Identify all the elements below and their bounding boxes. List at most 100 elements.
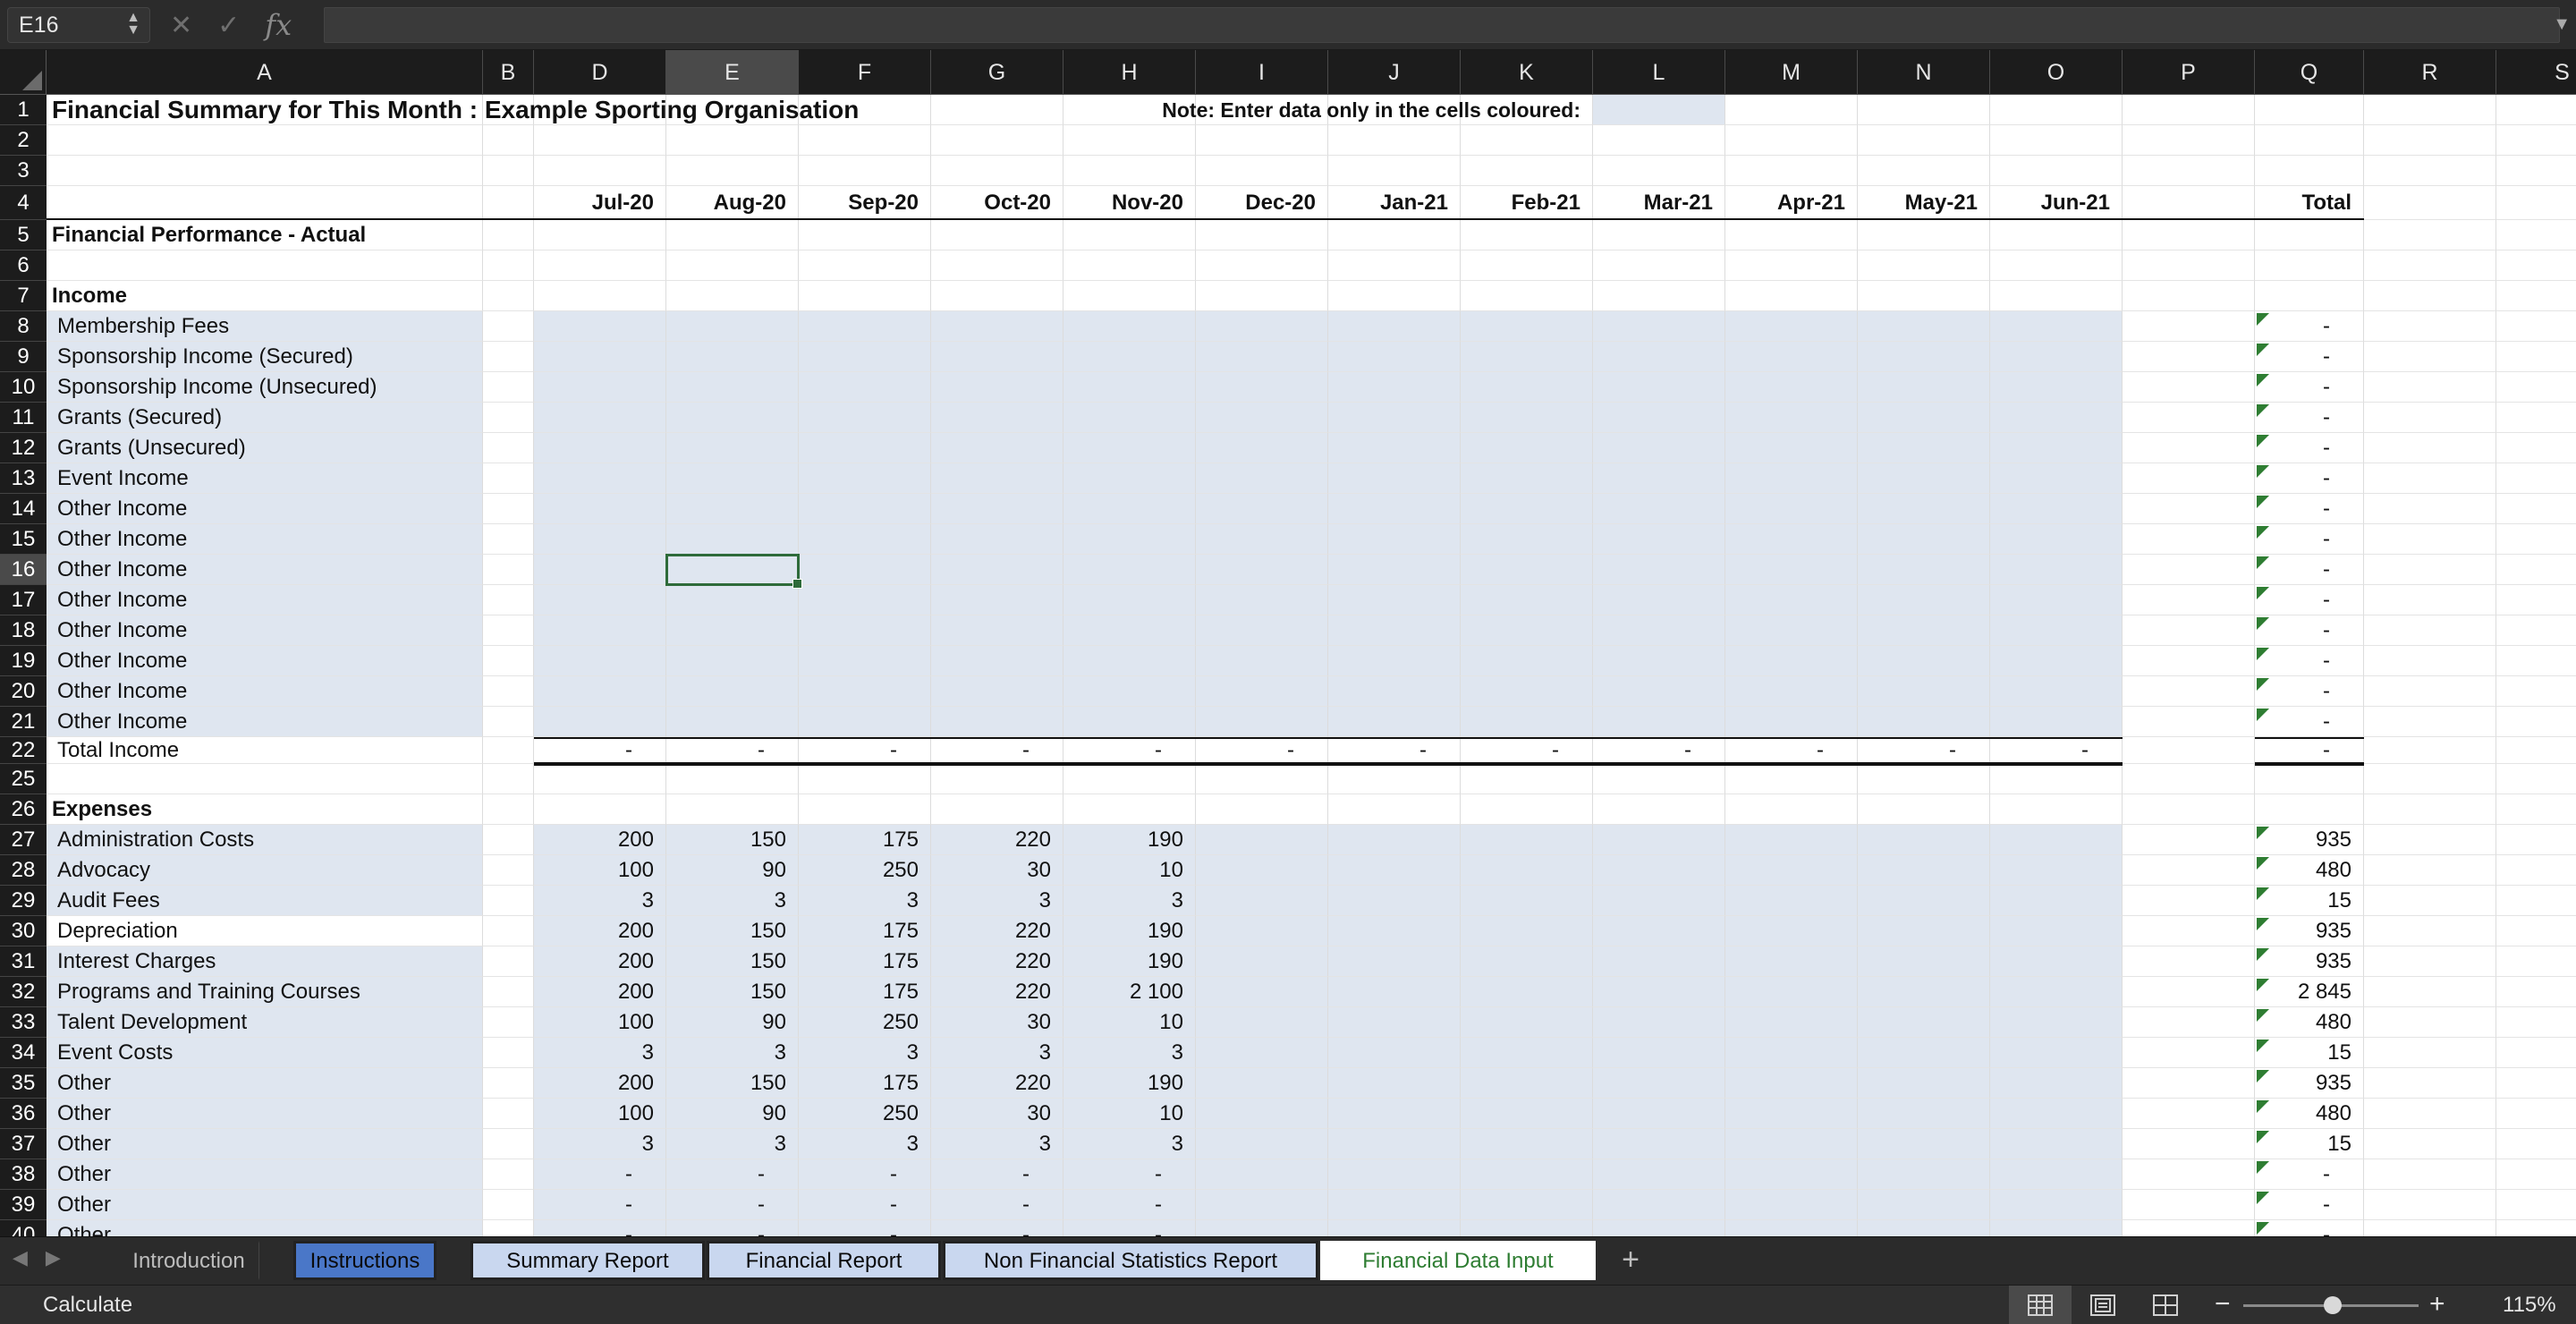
cell-k29[interactable]: [1461, 886, 1593, 916]
cell-r40[interactable]: [2364, 1220, 2496, 1236]
cell-r37[interactable]: [2364, 1129, 2496, 1159]
cell-e14[interactable]: [666, 494, 799, 524]
cell-e8[interactable]: [666, 311, 799, 342]
row-header-1[interactable]: 1: [0, 95, 47, 125]
cell-r26[interactable]: [2364, 794, 2496, 825]
cell-d9[interactable]: [534, 342, 666, 372]
cell-s37[interactable]: [2496, 1129, 2576, 1159]
cell-r12[interactable]: [2364, 433, 2496, 463]
cell-q25[interactable]: [2255, 764, 2364, 794]
cell-j11[interactable]: [1328, 403, 1461, 433]
cell-h5[interactable]: [1063, 220, 1196, 250]
cell-o21[interactable]: [1990, 707, 2123, 737]
cell-l35[interactable]: [1593, 1068, 1725, 1099]
cell-f5[interactable]: [799, 220, 931, 250]
cell-l19[interactable]: [1593, 646, 1725, 676]
cell-n26[interactable]: [1858, 794, 1990, 825]
cell-j36[interactable]: [1328, 1099, 1461, 1129]
cell-m19[interactable]: [1725, 646, 1858, 676]
cell-b14[interactable]: [483, 494, 534, 524]
cell-i28[interactable]: [1196, 855, 1328, 886]
cell-k6[interactable]: [1461, 250, 1593, 281]
cell-k21[interactable]: [1461, 707, 1593, 737]
cell-n29[interactable]: [1858, 886, 1990, 916]
cell-p15[interactable]: [2123, 524, 2255, 555]
cell-f10[interactable]: [799, 372, 931, 403]
cell-k12[interactable]: [1461, 433, 1593, 463]
cell-k15[interactable]: [1461, 524, 1593, 555]
cell-p11[interactable]: [2123, 403, 2255, 433]
cell-i30[interactable]: [1196, 916, 1328, 946]
cell-p29[interactable]: [2123, 886, 2255, 916]
tab-instructions[interactable]: Instructions: [293, 1241, 436, 1280]
cell-p30[interactable]: [2123, 916, 2255, 946]
row-header-16[interactable]: 16: [0, 555, 47, 585]
column-header-m[interactable]: M: [1725, 50, 1858, 95]
cell-h15[interactable]: [1063, 524, 1196, 555]
cell-n6[interactable]: [1858, 250, 1990, 281]
cell-m21[interactable]: [1725, 707, 1858, 737]
cell-a4[interactable]: [47, 186, 483, 220]
cell-g2[interactable]: [931, 125, 1063, 156]
cell-s5[interactable]: [2496, 220, 2576, 250]
cell-d14[interactable]: [534, 494, 666, 524]
cell-i36[interactable]: [1196, 1099, 1328, 1129]
cell-o32[interactable]: [1990, 977, 2123, 1007]
row-header-2[interactable]: 2: [0, 125, 47, 156]
add-sheet-icon[interactable]: +: [1610, 1241, 1651, 1280]
column-header-j[interactable]: J: [1328, 50, 1461, 95]
cell-o17[interactable]: [1990, 585, 2123, 615]
cell-r34[interactable]: [2364, 1038, 2496, 1068]
row-header-22[interactable]: 22: [0, 737, 47, 764]
row-header-4[interactable]: 4: [0, 186, 47, 220]
cell-k34[interactable]: [1461, 1038, 1593, 1068]
column-header-l[interactable]: L: [1593, 50, 1725, 95]
cell-i8[interactable]: [1196, 311, 1328, 342]
cell-i40[interactable]: [1196, 1220, 1328, 1236]
cell-b35[interactable]: [483, 1068, 534, 1099]
cell-n3[interactable]: [1858, 156, 1990, 186]
cell-l3[interactable]: [1593, 156, 1725, 186]
cell-j21[interactable]: [1328, 707, 1461, 737]
cell-f7[interactable]: [799, 281, 931, 311]
row-header-15[interactable]: 15: [0, 524, 47, 555]
cell-l37[interactable]: [1593, 1129, 1725, 1159]
cell-d16[interactable]: [534, 555, 666, 585]
cell-j25[interactable]: [1328, 764, 1461, 794]
cell-j27[interactable]: [1328, 825, 1461, 855]
cell-a6[interactable]: [47, 250, 483, 281]
cell-n11[interactable]: [1858, 403, 1990, 433]
cell-l9[interactable]: [1593, 342, 1725, 372]
cell-r3[interactable]: [2364, 156, 2496, 186]
cell-r20[interactable]: [2364, 676, 2496, 707]
cell-n38[interactable]: [1858, 1159, 1990, 1190]
cell-m40[interactable]: [1725, 1220, 1858, 1236]
cell-d7[interactable]: [534, 281, 666, 311]
cell-o11[interactable]: [1990, 403, 2123, 433]
page-break-icon[interactable]: [2134, 1286, 2197, 1324]
row-header-9[interactable]: 9: [0, 342, 47, 372]
row-header-36[interactable]: 36: [0, 1099, 47, 1129]
cell-j15[interactable]: [1328, 524, 1461, 555]
cell-m31[interactable]: [1725, 946, 1858, 977]
column-header-g[interactable]: G: [931, 50, 1063, 95]
cell-n19[interactable]: [1858, 646, 1990, 676]
column-header-q[interactable]: Q: [2255, 50, 2364, 95]
cell-l10[interactable]: [1593, 372, 1725, 403]
row-header-37[interactable]: 37: [0, 1129, 47, 1159]
cell-d20[interactable]: [534, 676, 666, 707]
cell-m39[interactable]: [1725, 1190, 1858, 1220]
cell-l15[interactable]: [1593, 524, 1725, 555]
cell-s9[interactable]: [2496, 342, 2576, 372]
cell-j29[interactable]: [1328, 886, 1461, 916]
cell-l27[interactable]: [1593, 825, 1725, 855]
page-layout-icon[interactable]: [2072, 1286, 2134, 1324]
cell-m1[interactable]: [1725, 95, 1858, 125]
cell-e15[interactable]: [666, 524, 799, 555]
cell-s33[interactable]: [2496, 1007, 2576, 1038]
cell-o8[interactable]: [1990, 311, 2123, 342]
formula-expand-icon[interactable]: ▼: [2553, 14, 2571, 35]
cell-d12[interactable]: [534, 433, 666, 463]
cell-m27[interactable]: [1725, 825, 1858, 855]
select-all-corner[interactable]: [0, 50, 47, 95]
